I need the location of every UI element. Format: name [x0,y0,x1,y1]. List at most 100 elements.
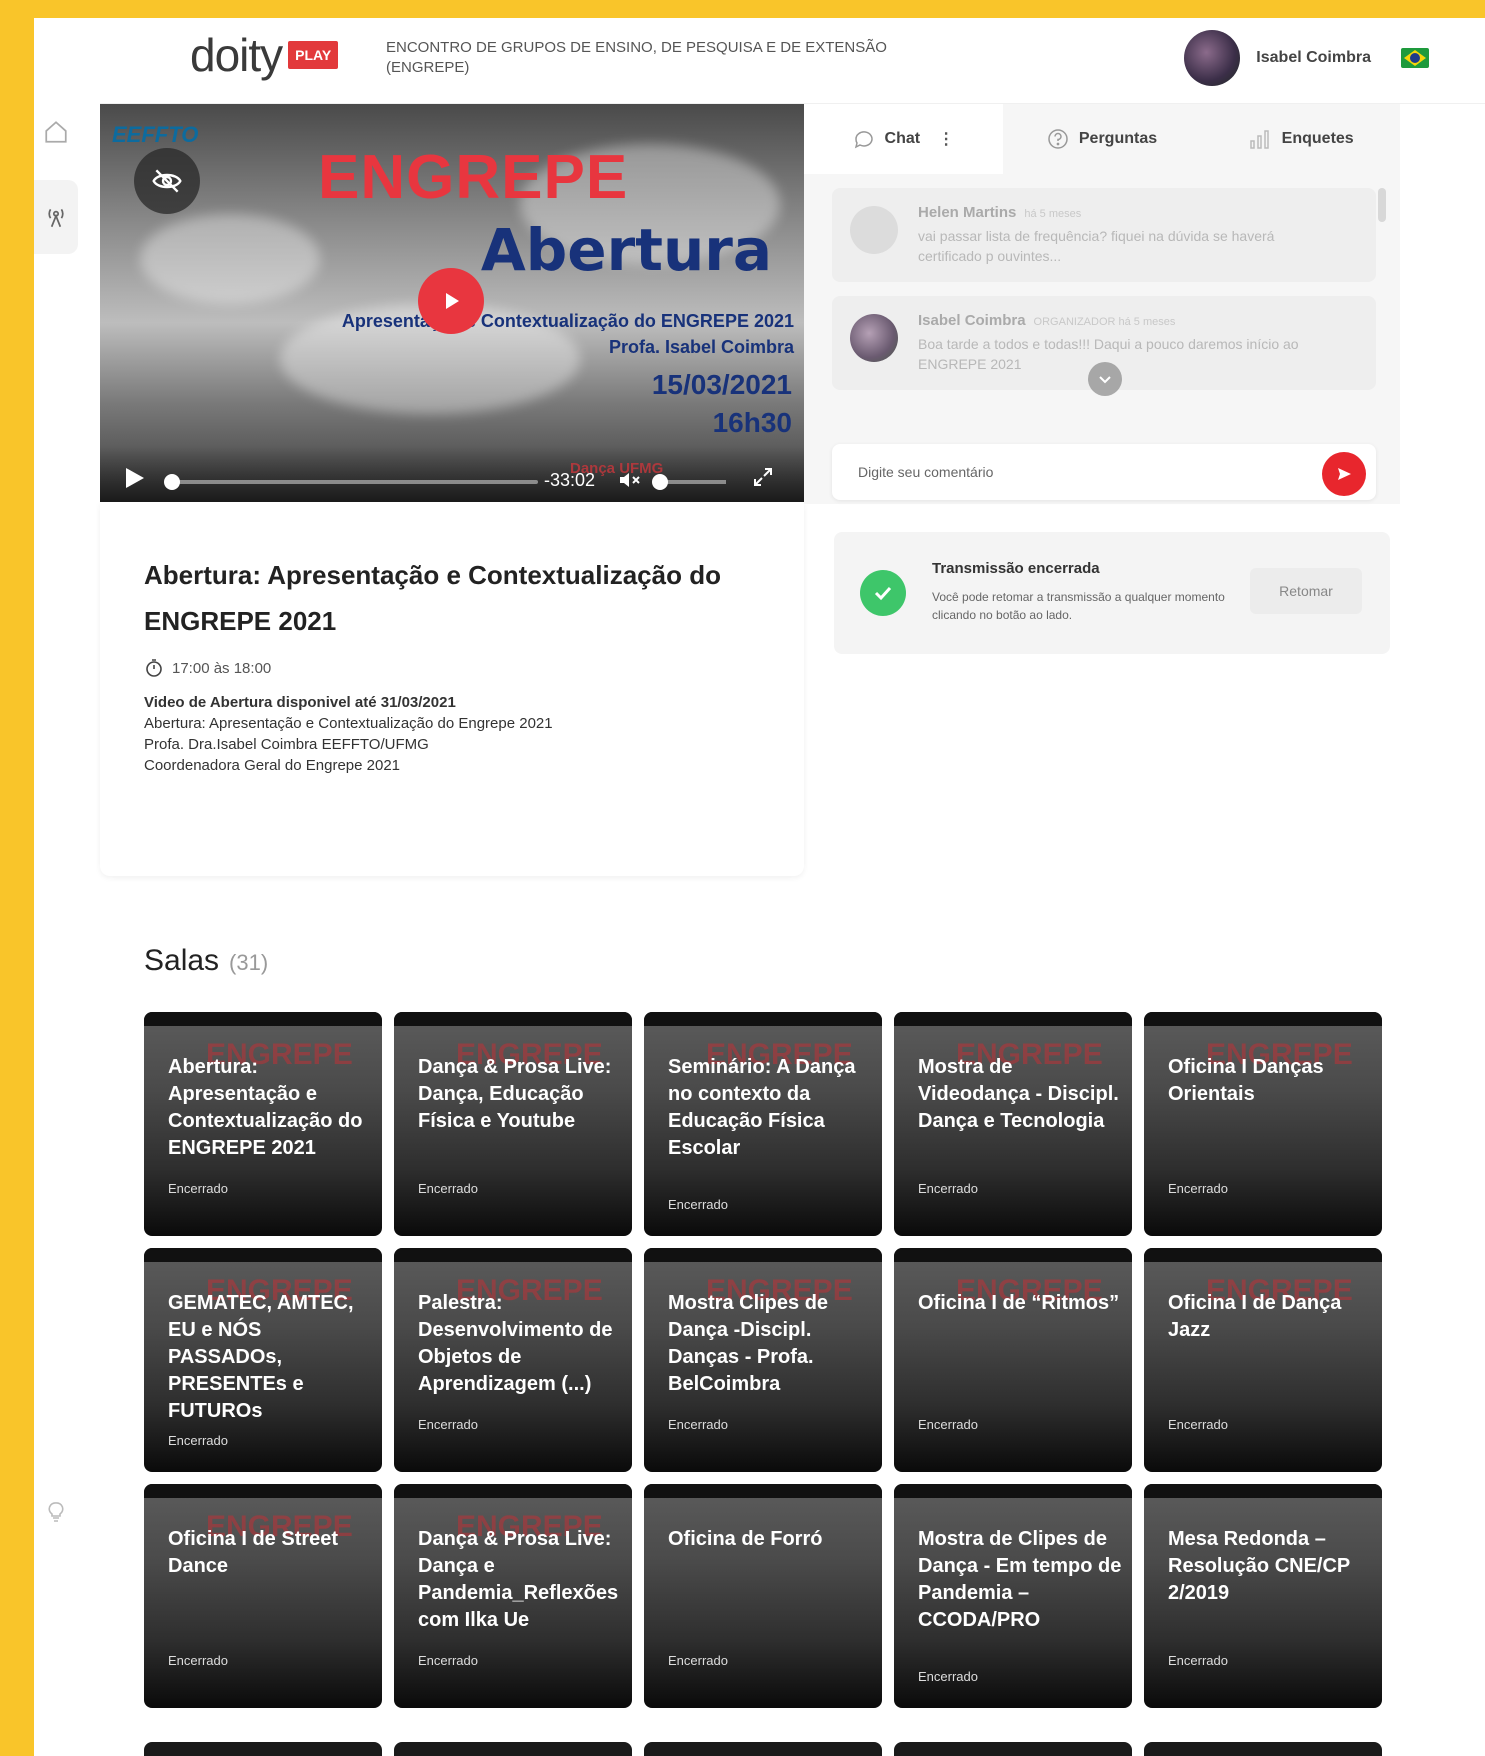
video-desc-line2: Profa. Isabel Coimbra [608,337,794,357]
chat-scrollbar[interactable] [1378,188,1386,222]
card-title: Mostra Clipes de Dança -Discipl. Danças … [668,1292,829,1395]
sala-card[interactable]: Mostra de Clipes de Dança - Em tempo de … [894,1484,1132,1708]
tab-enquetes-label: Enquetes [1281,130,1354,147]
card-title: Dança & Prosa Live: Dança e Pandemia_Ref… [418,1528,619,1631]
avatar [1184,30,1241,86]
card-title: Oficina I de “Ritmos” [918,1292,1120,1314]
broadcast-icon[interactable] [34,180,78,254]
card-title: Oficina I de Dança Jazz [1168,1292,1342,1341]
sala-card[interactable]: ENGREPE GEMATEC, AMTEC, EU e NÓS PASSADOs… [144,1248,382,1472]
sala-card[interactable] [1144,1742,1382,1756]
tab-chat-label: Chat [884,130,921,147]
hide-overlay-button[interactable] [134,148,200,214]
send-button[interactable] [1322,452,1366,496]
sala-card[interactable]: ENGREPE Oficina I de Dança Jazz Encerrado [1144,1248,1382,1472]
sala-card[interactable]: Oficina de Forró Encerrado [644,1484,882,1708]
sala-card[interactable]: ENGREPE Palestra: Desenvolvimento de Obje… [394,1248,632,1472]
avatar [850,206,898,254]
salas-next-row [144,1742,1384,1756]
user-name: Isabel Coimbra [1256,49,1371,66]
sala-card[interactable]: ENGREPE Mostra Clipes de Dança -Discipl. … [644,1248,882,1472]
progress-knob[interactable] [164,474,180,490]
sala-card[interactable]: ENGREPE Dança & Prosa Live: Dança, Educaç… [394,1012,632,1236]
fullscreen-icon[interactable] [752,466,774,494]
doity-logo[interactable]: doity PLAY [190,28,339,82]
session-desc-line2: Profa. Dra.Isabel Coimbra EEFFTO/UFMG [144,736,429,753]
tab-perguntas[interactable]: Perguntas [1003,104,1202,174]
card-title: Oficina de Forró [668,1528,823,1550]
scroll-down-button[interactable] [1088,362,1122,396]
card-status: Encerrado [1168,1417,1228,1432]
transmission-ended-notice: Transmissão encerrada Você pode retomar … [834,532,1390,654]
salas-heading: Salas (31) [144,944,268,978]
video-title: ENGREPE [318,143,629,212]
message-text: Boa tarde a todos e todas!!! Daqui a pou… [918,336,1299,372]
brazil-flag-icon[interactable] [1401,48,1429,68]
app-window: doity PLAY ENCONTRO DE GRUPOS DE ENSINO,… [34,18,1485,1756]
top-bar: doity PLAY ENCONTRO DE GRUPOS DE ENSINO,… [100,18,1485,104]
sala-card[interactable] [894,1742,1132,1756]
card-title: Mostra de Videodança - Discipl. Dança e … [918,1056,1119,1132]
card-status: Encerrado [1168,1181,1228,1196]
progress-bar[interactable] [164,474,538,490]
video-controls: -33:02 Dança UFMG [100,446,804,502]
card-status: Encerrado [668,1653,728,1668]
card-title: Mostra de Clipes de Dança - Em tempo de … [918,1528,1122,1631]
card-status: Encerrado [168,1181,228,1196]
message-author-name: Helen Martins [918,204,1017,221]
session-time-text: 17:00 às 18:00 [172,659,272,677]
play-button[interactable] [124,466,146,495]
sala-card[interactable]: Mesa Redonda – Resolução CNE/CP 2/2019 En… [1144,1484,1382,1708]
sala-card[interactable]: ENGREPE Oficina I de Street Dance Encerrad… [144,1484,382,1708]
card-status: Encerrado [668,1417,728,1432]
card-title: Palestra: Desenvolvimento de Objetos de … [418,1292,613,1395]
eye-off-icon [152,169,182,193]
video-date-day: 15/03/2021 [651,369,792,400]
home-icon[interactable] [34,110,78,154]
eeffto-logo: EEFFTO [112,122,199,147]
tab-chat[interactable]: Chat ⋮ [804,104,1003,174]
bar-chart-icon [1249,130,1269,149]
sala-card[interactable] [144,1742,382,1756]
logo-word: doity [190,29,283,81]
comment-input[interactable] [858,444,1298,500]
transmission-title: Transmissão encerrada [932,560,1100,577]
user-menu[interactable]: Isabel Coimbra [1184,30,1371,86]
logo-play-badge: PLAY [288,41,339,69]
message-meta: há 5 meses [1024,208,1082,220]
retomar-button[interactable]: Retomar [1250,568,1362,614]
card-title: Oficina I de Street Dance [168,1528,339,1577]
card-title: Dança & Prosa Live: Dança, Educação Físi… [418,1056,612,1132]
sala-card[interactable]: ENGREPE Mostra de Videodança - Discipl. D… [894,1012,1132,1236]
card-title: Abertura: Apresentação e Contextualizaçã… [168,1056,363,1159]
lightbulb-icon[interactable] [34,1490,78,1534]
message-author: Helen Martins há 5 meses [918,204,1081,221]
sponsor-logos: Dança UFMG [570,460,664,477]
session-description: Video de Abertura disponivel até 31/03/2… [144,692,553,776]
session-desc-line3: Coordenadora Geral do Engrepe 2021 [144,757,401,774]
card-status: Encerrado [1168,1653,1228,1668]
video-description: Apresentação e Contextualização do ENGRE… [342,308,794,360]
big-play-button[interactable] [418,268,484,334]
session-time: 17:00 às 18:00 [144,658,271,678]
avatar [850,314,898,362]
sala-card[interactable]: ENGREPE Seminário: A Dança no contexto da… [644,1012,882,1236]
tab-enquetes[interactable]: Enquetes [1201,104,1400,174]
sala-card[interactable] [394,1742,632,1756]
sala-card[interactable]: ENGREPE Abertura: Apresentação e Contextu… [144,1012,382,1236]
card-title: GEMATEC, AMTEC, EU e NÓS PASSADOs, PRESE… [168,1292,354,1422]
more-options-icon[interactable]: ⋮ [938,129,954,149]
transmission-text: Você pode retomar a transmissão a qualqu… [932,590,1225,622]
session-desc-line1: Abertura: Apresentação e Contextualizaçã… [144,715,553,732]
sala-card[interactable]: ENGREPE Oficina I Danças Orientais Encerra… [1144,1012,1382,1236]
volume-slider[interactable] [652,474,726,490]
sala-card[interactable]: ENGREPE Dança & Prosa Live: Dança e Pande… [394,1484,632,1708]
card-status: Encerrado [918,1417,978,1432]
sala-card[interactable]: ENGREPE Oficina I de “Ritmos” Encerrado [894,1248,1132,1472]
session-desc-bold: Video de Abertura disponivel até 31/03/2… [144,694,456,711]
sala-card[interactable] [644,1742,882,1756]
video-player[interactable]: EEFFTO ENGREPE Abertura Apresentação e C… [100,104,804,502]
card-status: Encerrado [168,1653,228,1668]
chat-tabs: Chat ⋮ Perguntas Enquetes [804,104,1400,174]
event-name: ENCONTRO DE GRUPOS DE ENSINO, DE PESQUIS… [386,39,887,76]
